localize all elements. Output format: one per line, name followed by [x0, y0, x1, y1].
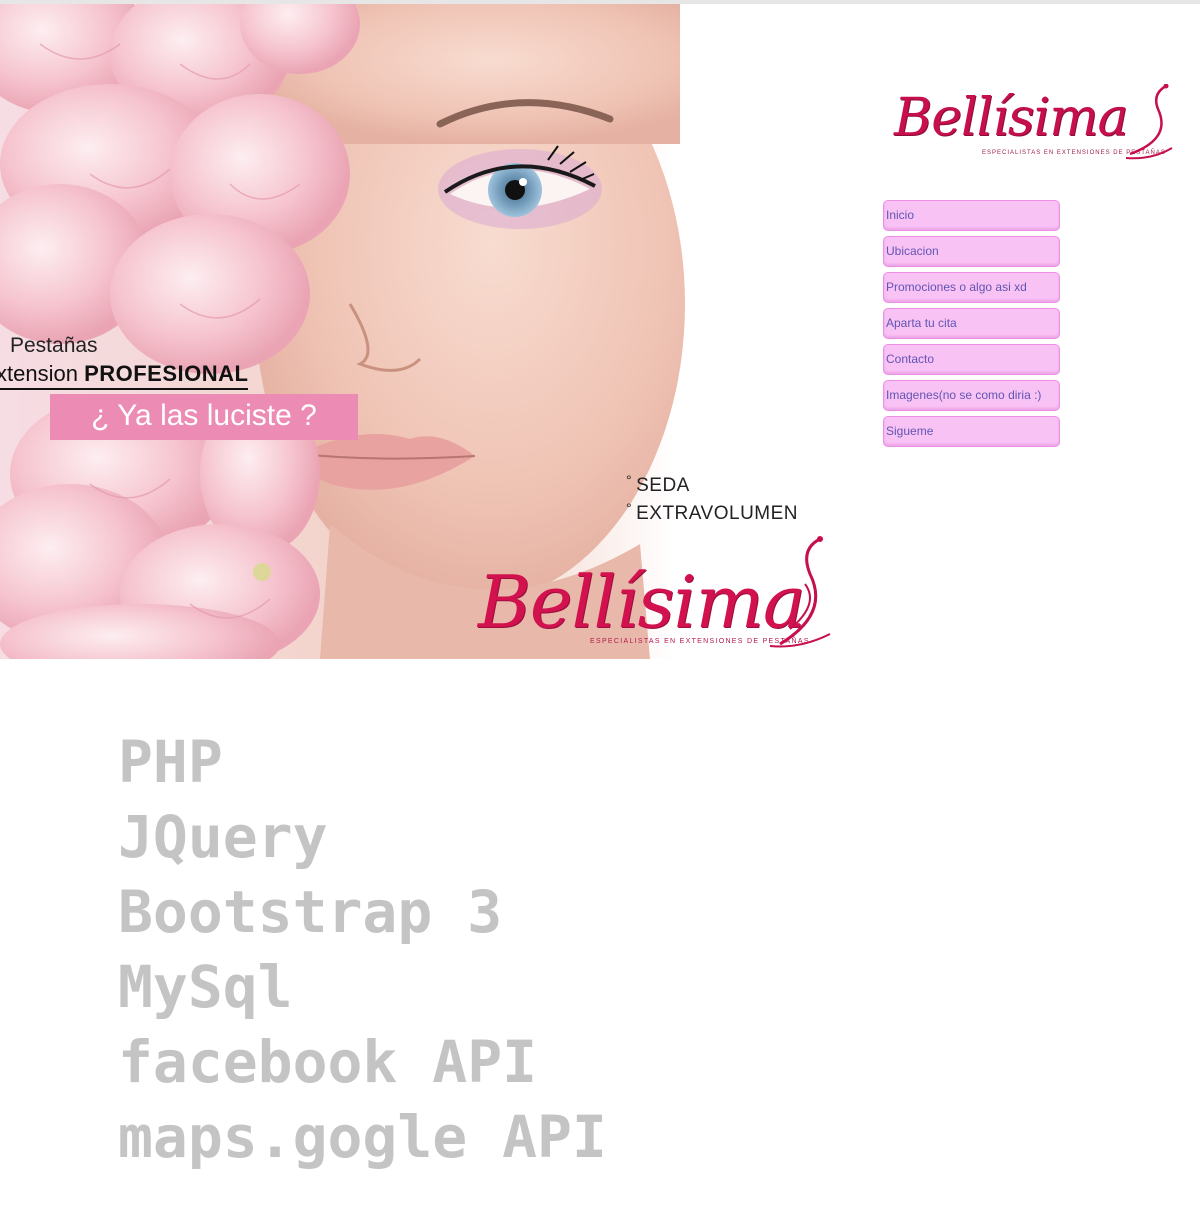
nav-item-inicio[interactable]: Inicio [883, 200, 1060, 231]
hero-bullet-extravolumen: ° EXTRAVOLUMEN [626, 500, 799, 524]
tech-stack-list: PHP JQuery Bootstrap 3 MySql facebook AP… [118, 725, 607, 1175]
brand-logo-text: Bellísima [894, 88, 1129, 148]
main-nav: Inicio Ubicacion Promociones o algo asi … [883, 200, 1060, 452]
hero-extension-text: xtension PROFESIONAL [0, 360, 249, 390]
brand-logo[interactable]: Bellísima ESPECIALISTAS EN EXTENSIONES D… [890, 82, 1180, 167]
hero-banner: Pestañas xtension PROFESIONAL ¿ Ya las l… [0, 4, 843, 659]
bullet-glyph: ° [626, 500, 633, 516]
tech-stack-item: MySql [118, 953, 293, 1021]
hero-pestanas-text: Pestañas [10, 334, 98, 357]
nav-item-ubicacion[interactable]: Ubicacion [883, 236, 1060, 267]
tech-stack-item: Bootstrap 3 [118, 878, 503, 946]
hero-bullet-seda: ° SEDA [626, 472, 690, 496]
tech-stack-item: PHP [118, 728, 223, 796]
nav-item-promociones[interactable]: Promociones o algo asi xd [883, 272, 1060, 303]
tech-stack-item: maps.gogle API [118, 1103, 607, 1171]
tech-stack-item: JQuery [118, 803, 328, 871]
nav-item-sigueme[interactable]: Sigueme [883, 416, 1060, 447]
nav-item-contacto[interactable]: Contacto [883, 344, 1060, 375]
nav-item-imagenes[interactable]: Imagenes(no se como diria :) [883, 380, 1060, 411]
hero-logo: Bellísima [478, 560, 806, 644]
tech-stack-item: facebook API [118, 1028, 538, 1096]
nav-item-aparta-tu-cita[interactable]: Aparta tu cita [883, 308, 1060, 339]
logo-flourish-icon [1125, 84, 1173, 160]
flourish-icon [769, 536, 831, 648]
bullet-glyph: ° [626, 472, 633, 488]
hero-callout: ¿ Ya las luciste ? [50, 394, 358, 440]
